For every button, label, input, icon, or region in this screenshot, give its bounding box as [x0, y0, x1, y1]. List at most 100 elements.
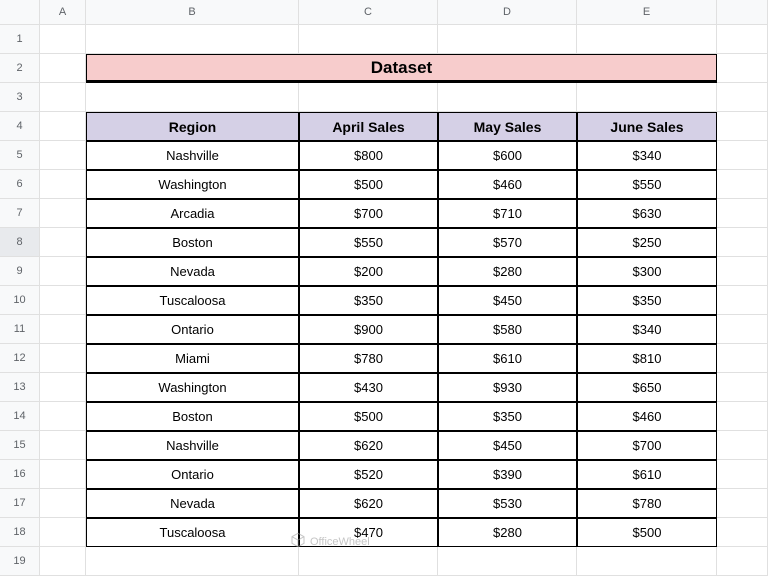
- cell[interactable]: [717, 460, 768, 489]
- cell[interactable]: [717, 547, 768, 576]
- data-cell[interactable]: $570: [438, 228, 577, 257]
- cell[interactable]: [40, 518, 86, 547]
- data-cell[interactable]: $710: [438, 199, 577, 228]
- cell[interactable]: [438, 83, 577, 112]
- data-cell[interactable]: $300: [577, 257, 717, 286]
- table-header-region[interactable]: Region: [86, 112, 299, 141]
- row-header[interactable]: 8: [0, 228, 40, 257]
- cell[interactable]: [86, 25, 299, 54]
- cell[interactable]: [40, 25, 86, 54]
- cell[interactable]: [717, 257, 768, 286]
- cell[interactable]: [577, 83, 717, 112]
- cell[interactable]: [717, 518, 768, 547]
- data-cell[interactable]: $550: [577, 170, 717, 199]
- row-header[interactable]: 10: [0, 286, 40, 315]
- cell[interactable]: [40, 112, 86, 141]
- data-cell[interactable]: $500: [299, 170, 438, 199]
- cell[interactable]: [717, 228, 768, 257]
- data-cell[interactable]: $460: [577, 402, 717, 431]
- cell[interactable]: [40, 373, 86, 402]
- data-cell[interactable]: Washington: [86, 170, 299, 199]
- data-cell[interactable]: $350: [438, 402, 577, 431]
- data-cell[interactable]: Nashville: [86, 431, 299, 460]
- cell[interactable]: [40, 54, 86, 83]
- data-cell[interactable]: $800: [299, 141, 438, 170]
- cell[interactable]: [577, 25, 717, 54]
- data-cell[interactable]: $530: [438, 489, 577, 518]
- col-header-b[interactable]: B: [86, 0, 299, 25]
- cell[interactable]: [40, 547, 86, 576]
- cell[interactable]: [299, 25, 438, 54]
- cell[interactable]: [438, 547, 577, 576]
- data-cell[interactable]: $550: [299, 228, 438, 257]
- cell[interactable]: [717, 315, 768, 344]
- row-header[interactable]: 9: [0, 257, 40, 286]
- data-cell[interactable]: Miami: [86, 344, 299, 373]
- data-cell[interactable]: $340: [577, 315, 717, 344]
- cell[interactable]: [40, 286, 86, 315]
- data-cell[interactable]: $620: [299, 431, 438, 460]
- cell[interactable]: [717, 489, 768, 518]
- data-cell[interactable]: $450: [438, 286, 577, 315]
- cell[interactable]: [299, 83, 438, 112]
- data-cell[interactable]: $460: [438, 170, 577, 199]
- row-header[interactable]: 13: [0, 373, 40, 402]
- data-cell[interactable]: $930: [438, 373, 577, 402]
- row-header[interactable]: 14: [0, 402, 40, 431]
- cell[interactable]: [40, 199, 86, 228]
- cell[interactable]: [438, 25, 577, 54]
- row-header[interactable]: 16: [0, 460, 40, 489]
- data-cell[interactable]: $580: [438, 315, 577, 344]
- col-header-blank[interactable]: [717, 0, 768, 25]
- table-header-april[interactable]: April Sales: [299, 112, 438, 141]
- data-cell[interactable]: $610: [577, 460, 717, 489]
- data-cell[interactable]: $810: [577, 344, 717, 373]
- cell[interactable]: [717, 402, 768, 431]
- row-header[interactable]: 6: [0, 170, 40, 199]
- data-cell[interactable]: $630: [577, 199, 717, 228]
- col-header-e[interactable]: E: [577, 0, 717, 25]
- select-all-corner[interactable]: [0, 0, 40, 25]
- cell[interactable]: [40, 141, 86, 170]
- data-cell[interactable]: Nashville: [86, 141, 299, 170]
- data-cell[interactable]: $700: [299, 199, 438, 228]
- data-cell[interactable]: Ontario: [86, 315, 299, 344]
- cell[interactable]: [40, 257, 86, 286]
- row-header[interactable]: 19: [0, 547, 40, 576]
- data-cell[interactable]: $280: [438, 257, 577, 286]
- data-cell[interactable]: $280: [438, 518, 577, 547]
- data-cell[interactable]: $900: [299, 315, 438, 344]
- cell[interactable]: [717, 170, 768, 199]
- data-cell[interactable]: $430: [299, 373, 438, 402]
- data-cell[interactable]: Tuscaloosa: [86, 518, 299, 547]
- cell[interactable]: [717, 199, 768, 228]
- cell[interactable]: [577, 547, 717, 576]
- row-header[interactable]: 11: [0, 315, 40, 344]
- data-cell[interactable]: $350: [299, 286, 438, 315]
- data-cell[interactable]: Washington: [86, 373, 299, 402]
- row-header[interactable]: 1: [0, 25, 40, 54]
- data-cell[interactable]: Tuscaloosa: [86, 286, 299, 315]
- data-cell[interactable]: $450: [438, 431, 577, 460]
- cell[interactable]: [717, 344, 768, 373]
- cell[interactable]: [40, 489, 86, 518]
- cell[interactable]: [40, 460, 86, 489]
- cell[interactable]: [40, 170, 86, 199]
- cell[interactable]: [299, 547, 438, 576]
- data-cell[interactable]: $390: [438, 460, 577, 489]
- cell[interactable]: [717, 54, 768, 83]
- cell[interactable]: [717, 141, 768, 170]
- row-header[interactable]: 12: [0, 344, 40, 373]
- table-header-june[interactable]: June Sales: [577, 112, 717, 141]
- spreadsheet-grid[interactable]: A B C D E 1 2 Dataset 3 4 Region April S…: [0, 0, 768, 576]
- data-cell[interactable]: $700: [577, 431, 717, 460]
- cell[interactable]: [40, 402, 86, 431]
- row-header[interactable]: 7: [0, 199, 40, 228]
- col-header-a[interactable]: A: [40, 0, 86, 25]
- data-cell[interactable]: Boston: [86, 402, 299, 431]
- cell[interactable]: [717, 431, 768, 460]
- cell[interactable]: [717, 373, 768, 402]
- col-header-d[interactable]: D: [438, 0, 577, 25]
- table-header-may[interactable]: May Sales: [438, 112, 577, 141]
- data-cell[interactable]: Ontario: [86, 460, 299, 489]
